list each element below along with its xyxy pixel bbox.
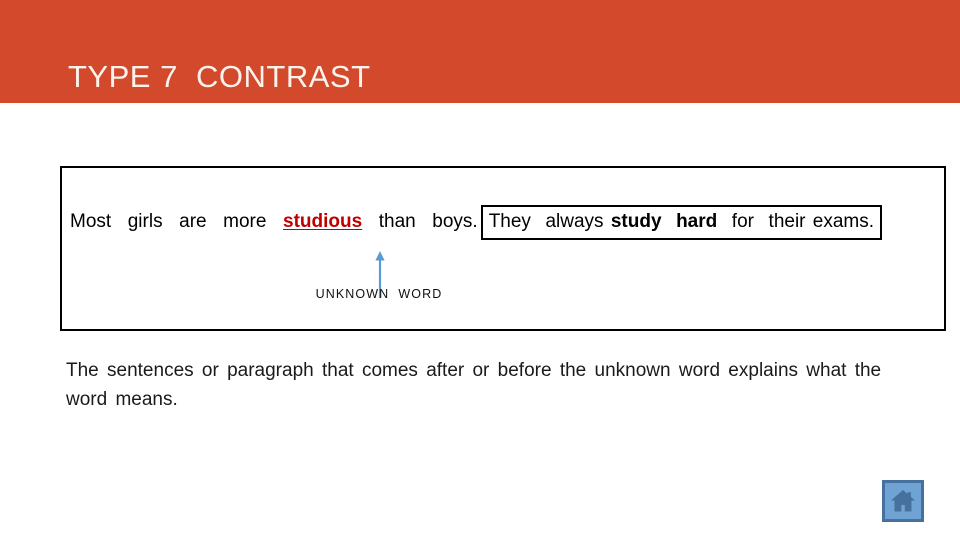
sentence-before-text: Most girls are more [70, 211, 283, 232]
example-sentence-context: Most girls are more studious than boys. [70, 210, 478, 234]
clue-before-text: They always [488, 210, 611, 232]
sentence-after-text: than boys. [362, 211, 478, 232]
clue-sentence-text: They always study hard for their exams. [489, 211, 874, 232]
clue-emphasis-text: study hard [610, 210, 718, 232]
page-title: TYPE 7 CONTRAST [68, 59, 371, 94]
home-icon [890, 489, 916, 513]
example-sentence-row: Most girls are more studious than boys. … [62, 202, 944, 242]
explanation-paragraph: The sentences or paragraph that comes af… [66, 360, 882, 410]
unknown-word-caption: UNKNOWN WORD [315, 287, 443, 301]
example-outer-box: Most girls are more studious than boys. … [60, 166, 946, 331]
home-button[interactable] [882, 480, 924, 522]
clue-after-text: for their exams. [717, 210, 875, 232]
clue-sentence-box: They always study hard for their exams. [480, 204, 883, 240]
unknown-word-highlight: studious [283, 211, 363, 232]
